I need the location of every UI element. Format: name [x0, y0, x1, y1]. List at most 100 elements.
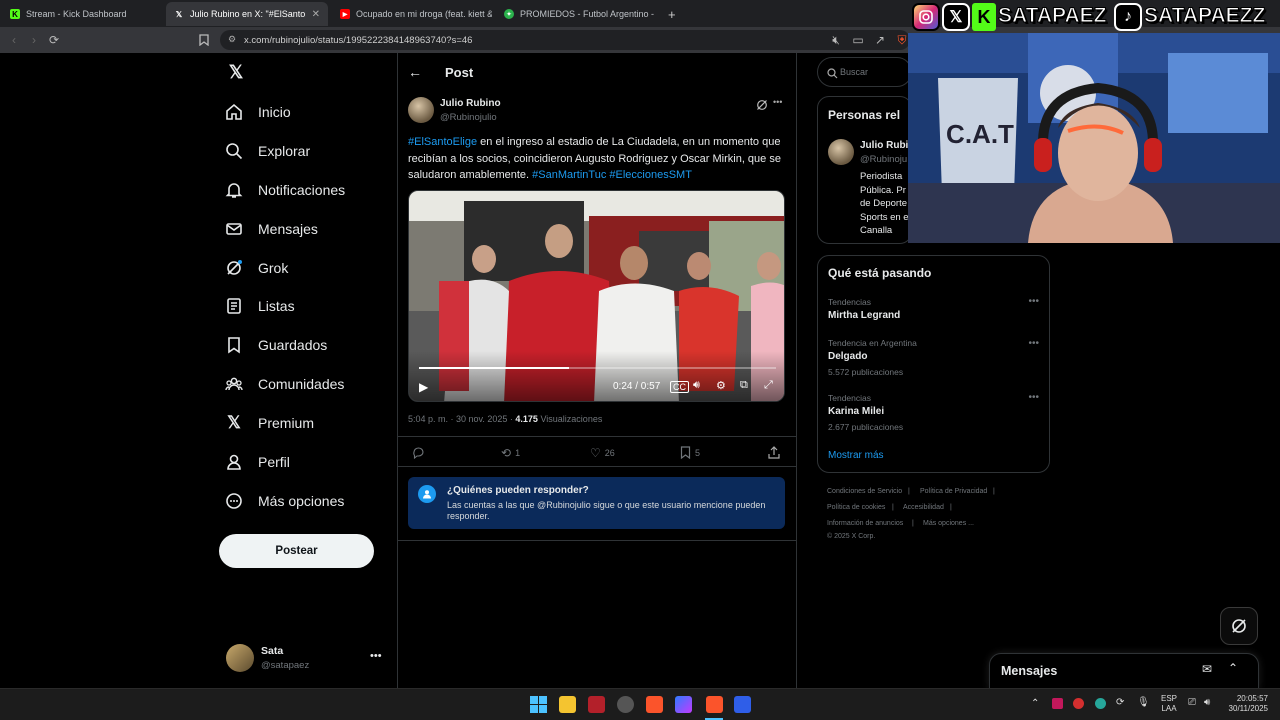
relevant-person-name[interactable]: Julio Rubi — [860, 140, 908, 151]
x-logo-icon[interactable]: 𝕏 — [226, 62, 246, 82]
search-box[interactable]: Buscar — [817, 57, 912, 87]
video-progress-track[interactable] — [419, 367, 776, 369]
author-name[interactable]: Julio Rubino — [440, 98, 501, 109]
author-handle[interactable]: @Rubinojulio — [440, 112, 497, 123]
network-icon[interactable]: ⎚ — [1188, 697, 1196, 708]
account-handle: @satapaez — [261, 660, 310, 671]
tray-app-icon[interactable] — [1073, 698, 1084, 709]
back-arrow-icon[interactable]: ← — [408, 64, 422, 80]
tray-app-icon[interactable] — [1095, 698, 1106, 709]
account-more-icon[interactable]: ••• — [370, 650, 382, 662]
site-info-icon[interactable]: ⚙ — [228, 34, 236, 45]
bookmark-page-icon[interactable] — [196, 32, 212, 48]
bio-line: Canalla — [860, 225, 893, 236]
chevron-up-icon[interactable]: ⌃ — [1031, 698, 1039, 709]
captions-icon[interactable]: CC — [670, 381, 689, 393]
search-input[interactable]: Buscar — [840, 67, 868, 77]
hashtag-link[interactable]: #ElSantoElige — [408, 136, 477, 148]
footer-link[interactable]: Información de anuncios — [827, 520, 903, 527]
sync-icon[interactable]: ⟳ — [1116, 697, 1124, 708]
user-icon — [418, 485, 436, 503]
trend-item[interactable]: Tendencia en Argentina Delgado 5.572 pub… — [828, 338, 1038, 377]
relevant-person-handle[interactable]: @Rubinoju — [860, 154, 907, 165]
tab-youtube[interactable]: ▶ Ocupado en mi droga (feat. kiett & q — [332, 2, 492, 26]
nav-item-explorar[interactable]: Explorar — [224, 137, 310, 165]
copilot-icon[interactable] — [675, 696, 692, 713]
cast-icon[interactable]: ▭ — [850, 32, 866, 48]
play-icon[interactable]: ▶ — [419, 380, 428, 394]
retweet-button[interactable]: ⟲ 1 — [501, 446, 520, 460]
microphone-icon[interactable]: 🎙︎ — [1137, 697, 1150, 708]
system-clock[interactable]: 20:05:57 30/11/2025 — [1224, 694, 1268, 714]
author-avatar[interactable] — [408, 97, 434, 123]
footer-separator: | — [912, 520, 914, 527]
search-icon — [827, 66, 838, 84]
nav-item-comunidades[interactable]: Comunidades — [224, 370, 344, 398]
new-message-icon[interactable]: ✉ — [1202, 662, 1212, 676]
volume-icon[interactable]: 🔊︎ — [1204, 697, 1210, 708]
forward-icon[interactable]: › — [26, 32, 42, 48]
mute-tab-icon[interactable]: 🔇︎ — [828, 32, 844, 48]
nav-item-premium[interactable]: 𝕏 Premium — [224, 409, 314, 437]
fullscreen-icon[interactable]: ⤢ — [764, 379, 773, 392]
reload-icon[interactable]: ⟳ — [46, 32, 62, 48]
footer-link[interactable]: Política de cookies — [827, 504, 885, 511]
share-button[interactable] — [768, 446, 780, 459]
footer-link[interactable]: Política de Privacidad — [920, 488, 987, 495]
messages-drawer[interactable]: Mensajes ✉ ⌃ — [989, 653, 1259, 689]
file-explorer-icon[interactable] — [559, 696, 576, 713]
post-more-icon[interactable]: ••• — [773, 97, 782, 107]
trend-more-icon[interactable]: ••• — [1028, 392, 1039, 403]
address-bar[interactable]: ⚙ x.com/rubinojulio/status/1995222384148… — [220, 30, 910, 50]
footer-link[interactable]: Accesibilidad — [903, 504, 944, 511]
share-icon[interactable]: ↗ — [872, 32, 888, 48]
app-icon[interactable] — [734, 696, 751, 713]
nav-item-grok[interactable]: Grok — [224, 254, 288, 282]
avatar[interactable] — [226, 644, 254, 672]
reply-notice-title: ¿Quiénes pueden responder? — [447, 485, 589, 496]
reply-button[interactable] — [412, 446, 425, 459]
tab-julio-rubino[interactable]: 𝕏 Julio Rubino en X: "#ElSantoElige ✕ — [166, 2, 328, 26]
like-button[interactable]: ♡ 26 — [590, 446, 615, 460]
video-time: 0:24 / 0:57 — [613, 381, 661, 392]
grok-icon[interactable] — [756, 98, 768, 110]
bookmark-button[interactable]: 5 — [680, 446, 700, 459]
brave-icon[interactable] — [646, 696, 663, 713]
show-more-link[interactable]: Mostrar más — [828, 450, 884, 461]
nav-item-guardados[interactable]: Guardados — [224, 331, 327, 359]
volume-icon[interactable]: 🔊︎ — [693, 379, 700, 392]
obs-icon[interactable] — [617, 696, 634, 713]
footer-link[interactable]: Condiciones de Servicio — [827, 488, 902, 495]
settings-gear-icon[interactable]: ⚙ — [716, 379, 726, 392]
hashtag-link[interactable]: #SanMartinTuc — [532, 169, 606, 181]
nav-item-inicio[interactable]: Inicio — [224, 98, 291, 126]
post-timestamp[interactable]: 5:04 p. m. · 30 nov. 2025 · — [408, 414, 515, 424]
video-player[interactable]: ▶ 0:24 / 0:57 CC 🔊︎ ⚙ ⧉ ⤢ — [408, 190, 785, 402]
tray-app-icon[interactable] — [1052, 698, 1063, 709]
nav-item-notificaciones[interactable]: Notificaciones — [224, 176, 345, 204]
pip-icon[interactable]: ⧉ — [740, 379, 748, 392]
chevron-up-icon[interactable]: ⌃ — [1228, 661, 1238, 675]
footer-link[interactable]: Más opciones ... — [923, 520, 974, 527]
trend-item[interactable]: Tendencias Karina Milei 2.677 publicacio… — [828, 393, 1038, 432]
back-icon[interactable]: ‹ — [6, 32, 22, 48]
trend-more-icon[interactable]: ••• — [1028, 296, 1039, 307]
tab-promiedos[interactable]: ✦ PROMIEDOS - Futbol Argentino - Fixt — [496, 2, 656, 26]
post-button[interactable]: Postear — [219, 534, 374, 568]
trend-item[interactable]: Tendencias Mirtha Legrand — [828, 297, 1038, 321]
language-indicator[interactable]: ESP LAA — [1161, 694, 1177, 714]
brave-active-icon[interactable] — [706, 696, 723, 713]
app-icon[interactable] — [588, 696, 605, 713]
trend-more-icon[interactable]: ••• — [1028, 338, 1039, 349]
windows-start-icon[interactable] — [530, 696, 547, 713]
close-tab-icon[interactable]: ✕ — [312, 9, 320, 20]
grok-floating-button[interactable] — [1220, 607, 1258, 645]
new-tab-button[interactable]: + — [660, 2, 680, 26]
nav-item-perfil[interactable]: Perfil — [224, 448, 290, 476]
nav-item-mensajes[interactable]: Mensajes — [224, 215, 318, 243]
nav-item-mas-opciones[interactable]: Más opciones — [224, 487, 344, 515]
avatar[interactable] — [828, 139, 854, 165]
nav-item-listas[interactable]: Listas — [224, 292, 295, 320]
tab-kick-dashboard[interactable]: K Stream - Kick Dashboard — [2, 2, 164, 26]
hashtag-link[interactable]: #EleccionesSMT — [609, 169, 692, 181]
